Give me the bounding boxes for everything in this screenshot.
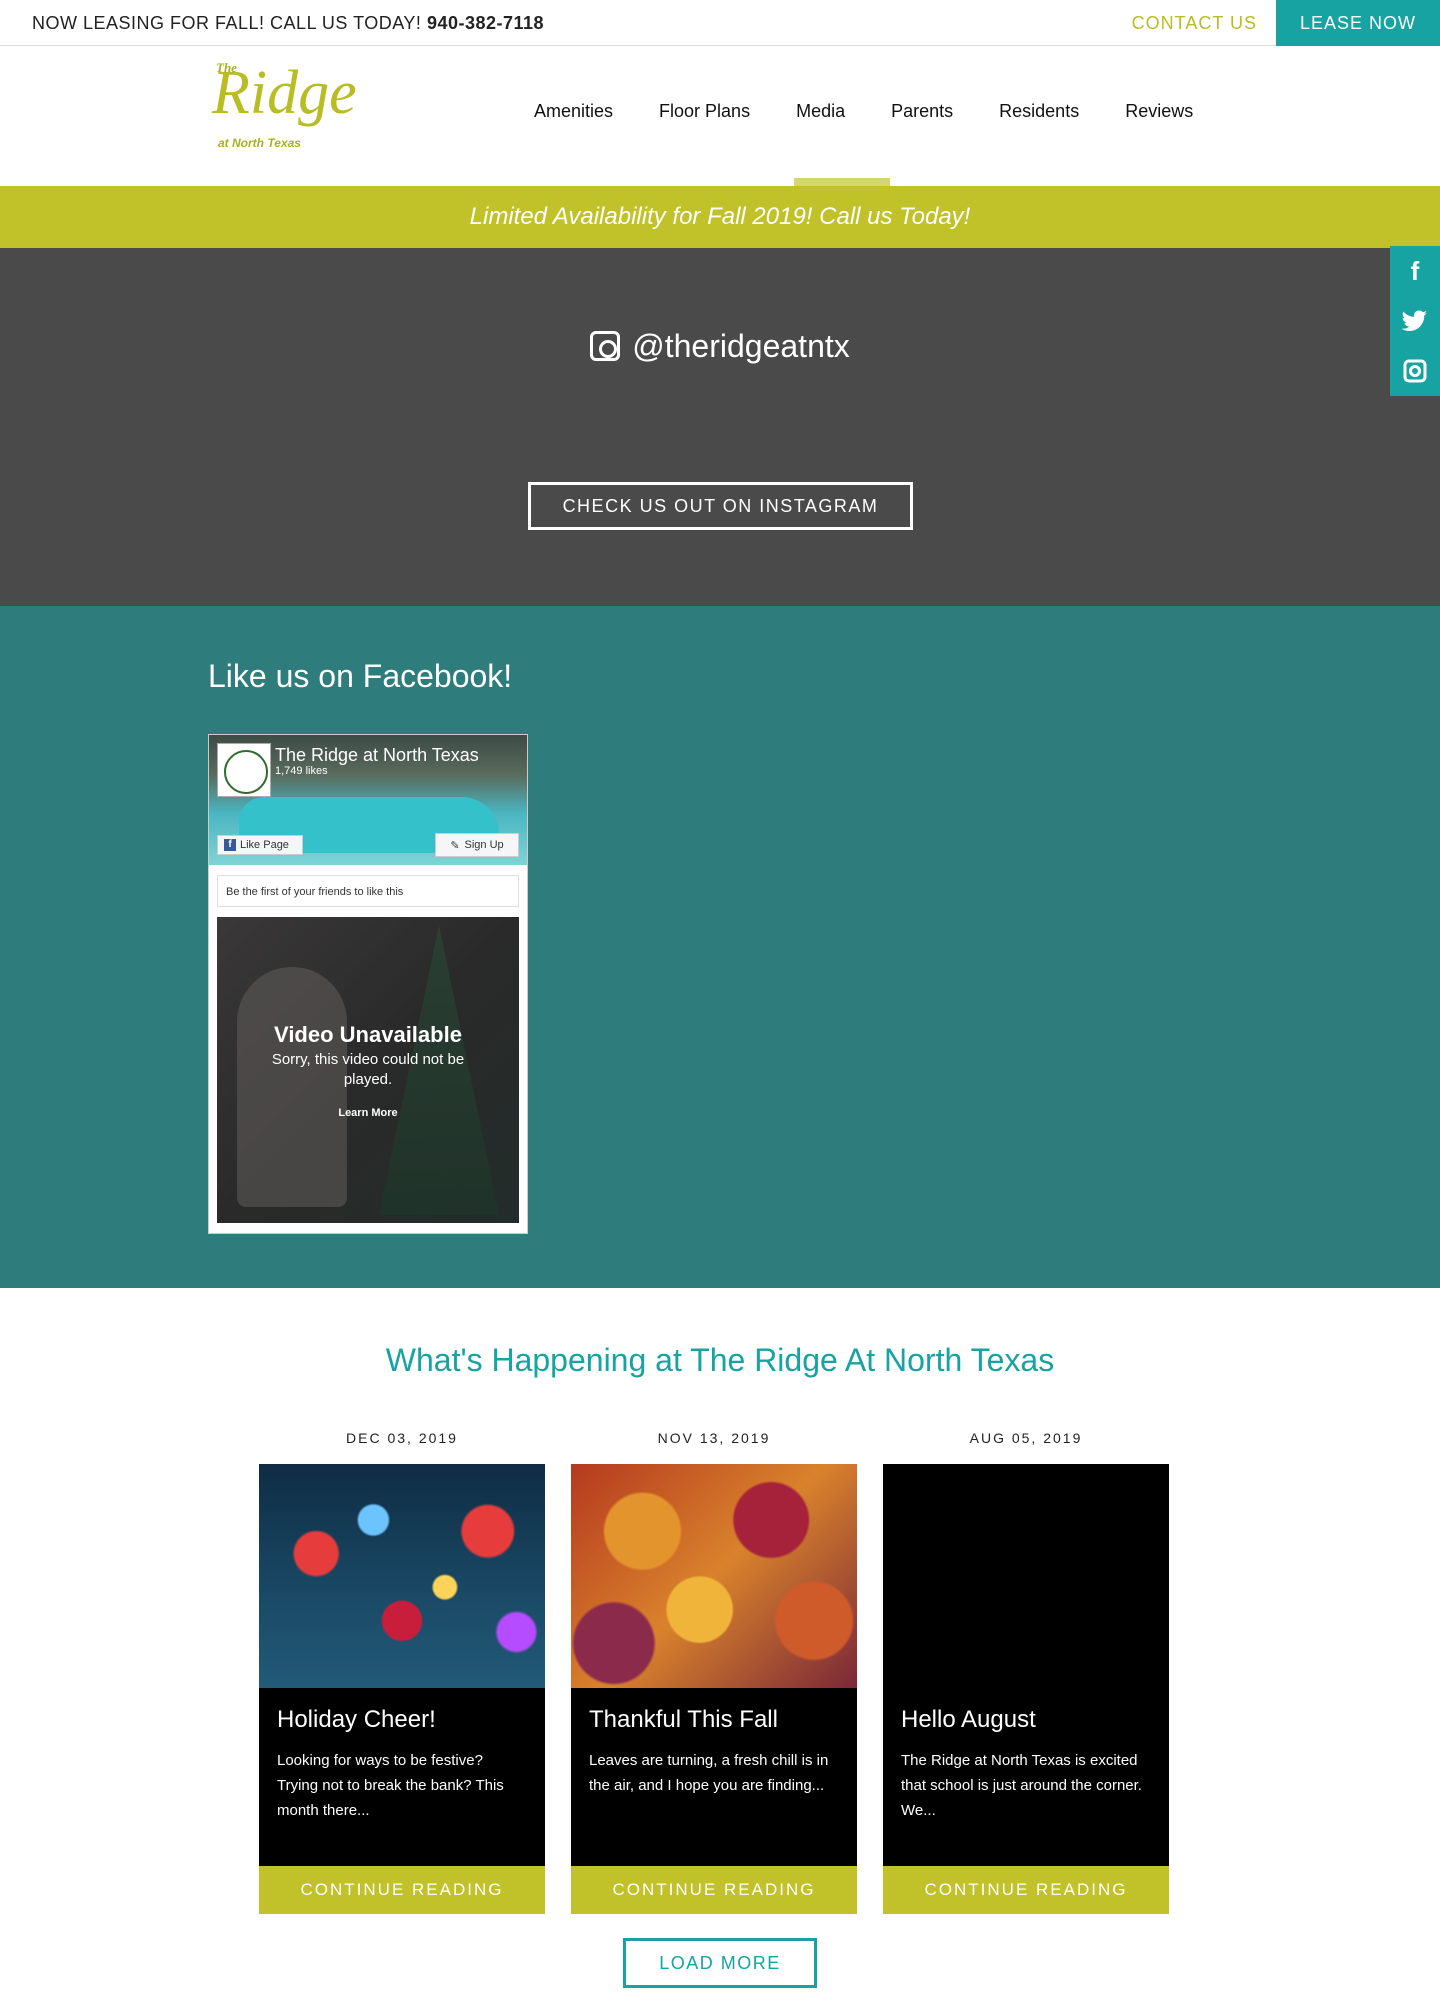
nav-parents[interactable]: Parents <box>891 101 953 122</box>
holiday-lights-image[interactable] <box>259 1464 545 1688</box>
facebook-page-avatar[interactable] <box>217 743 271 797</box>
nav-active-indicator <box>794 178 890 186</box>
learn-more-link[interactable]: Learn More <box>217 1107 519 1119</box>
instagram-icon[interactable] <box>1390 346 1440 396</box>
main-nav: Amenities Floor Plans Media Parents Resi… <box>534 101 1239 122</box>
facebook-friends-text: Be the first of your friends to like thi… <box>217 875 519 907</box>
site-header: The Ridge at North Texas Amenities Floor… <box>0 46 1440 186</box>
news-card: AUG 05, 2019 Hello August The Ridge at N… <box>883 1430 1169 1914</box>
post-date: AUG 05, 2019 <box>969 1430 1083 1446</box>
nav-reviews[interactable]: Reviews <box>1125 101 1193 122</box>
phone-number[interactable]: 940-382-7118 <box>427 13 544 33</box>
instagram-handle[interactable]: @theridgeatntx <box>0 328 1440 365</box>
continue-reading-button[interactable]: CONTINUE READING <box>883 1866 1169 1914</box>
post-body: Holiday Cheer! Looking for ways to be fe… <box>259 1464 545 1914</box>
lease-now-button[interactable]: LEASE NOW <box>1276 0 1440 46</box>
post-image-placeholder[interactable] <box>883 1464 1169 1688</box>
post-excerpt: Looking for ways to be festive? Trying n… <box>277 1752 504 1819</box>
post-body: Thankful This Fall Leaves are turning, a… <box>571 1464 857 1914</box>
post-body: Hello August The Ridge at North Texas is… <box>883 1464 1169 1914</box>
contact-us-link[interactable]: CONTACT US <box>1132 13 1257 34</box>
banner-text: Limited Availability for Fall 2019! Call… <box>469 203 971 230</box>
social-sidebar: f <box>1390 246 1440 396</box>
pencil-icon: ✎ <box>450 839 460 852</box>
promo-text: NOW LEASING FOR FALL! CALL US TODAY! <box>32 13 422 33</box>
nav-media[interactable]: Media <box>796 101 845 122</box>
news-heading: What's Happening at The Ridge At North T… <box>385 1342 1055 1378</box>
instagram-icon <box>590 331 621 361</box>
continue-reading-button[interactable]: CONTINUE READING <box>571 1866 857 1914</box>
post-title[interactable]: Thankful This Fall <box>589 1706 778 1734</box>
facebook-signup-button[interactable]: ✎ Sign Up <box>435 833 519 857</box>
post-excerpt: Leaves are turning, a fresh chill is in … <box>589 1752 829 1794</box>
news-card: DEC 03, 2019 Holiday Cheer! Looking for … <box>259 1430 545 1914</box>
facebook-f-icon: f <box>224 839 236 851</box>
facebook-video[interactable]: Video Unavailable Sorry, this video coul… <box>217 917 519 1223</box>
post-date: DEC 03, 2019 <box>346 1430 458 1446</box>
facebook-section: Like us on Facebook! The Ridge at North … <box>0 606 1440 1288</box>
ridge-logo[interactable]: The Ridge at North Texas <box>212 60 362 170</box>
post-date: NOV 13, 2019 <box>657 1430 771 1446</box>
video-unavailable-message: Sorry, this video could not be played. <box>271 1051 465 1088</box>
facebook-signup-label: Sign Up <box>464 839 504 851</box>
load-more-button[interactable]: LOAD MORE <box>623 1938 817 1988</box>
facebook-heading: Like us on Facebook! <box>208 658 513 694</box>
nav-floor-plans[interactable]: Floor Plans <box>659 101 750 122</box>
logo-ridge: Ridge <box>212 59 357 127</box>
availability-banner: Limited Availability for Fall 2019! Call… <box>0 186 1440 248</box>
facebook-like-label: Like Page <box>240 839 289 851</box>
twitter-icon[interactable] <box>1390 296 1440 346</box>
facebook-like-button[interactable]: f Like Page <box>217 835 303 855</box>
news-section: What's Happening at The Ridge At North T… <box>0 1288 1440 2000</box>
logo-sub: at North Texas <box>218 136 301 150</box>
nav-amenities[interactable]: Amenities <box>534 101 613 122</box>
nav-residents[interactable]: Residents <box>999 101 1079 122</box>
post-title[interactable]: Hello August <box>901 1706 1036 1734</box>
fall-leaves-image[interactable] <box>571 1464 857 1688</box>
post-title[interactable]: Holiday Cheer! <box>277 1706 436 1734</box>
instagram-section: @theridgeatntx CHECK US OUT ON INSTAGRAM <box>0 248 1440 606</box>
post-excerpt: The Ridge at North Texas is excited that… <box>901 1752 1142 1819</box>
instagram-cta-button[interactable]: CHECK US OUT ON INSTAGRAM <box>528 482 913 530</box>
facebook-widget[interactable]: The Ridge at North Texas 1,749 likes f L… <box>208 734 528 1234</box>
continue-reading-button[interactable]: CONTINUE READING <box>259 1866 545 1914</box>
top-bar: NOW LEASING FOR FALL! CALL US TODAY! 940… <box>0 0 1440 46</box>
news-card: NOV 13, 2019 Thankful This Fall Leaves a… <box>571 1430 857 1914</box>
facebook-likes-count: 1,749 likes <box>275 765 328 777</box>
leasing-promo: NOW LEASING FOR FALL! CALL US TODAY! 940… <box>32 13 544 34</box>
video-unavailable-title: Video Unavailable <box>274 1022 462 1047</box>
facebook-icon[interactable]: f <box>1390 246 1440 296</box>
instagram-handle-text: @theridgeatntx <box>632 328 850 364</box>
facebook-page-name[interactable]: The Ridge at North Texas <box>275 745 479 766</box>
